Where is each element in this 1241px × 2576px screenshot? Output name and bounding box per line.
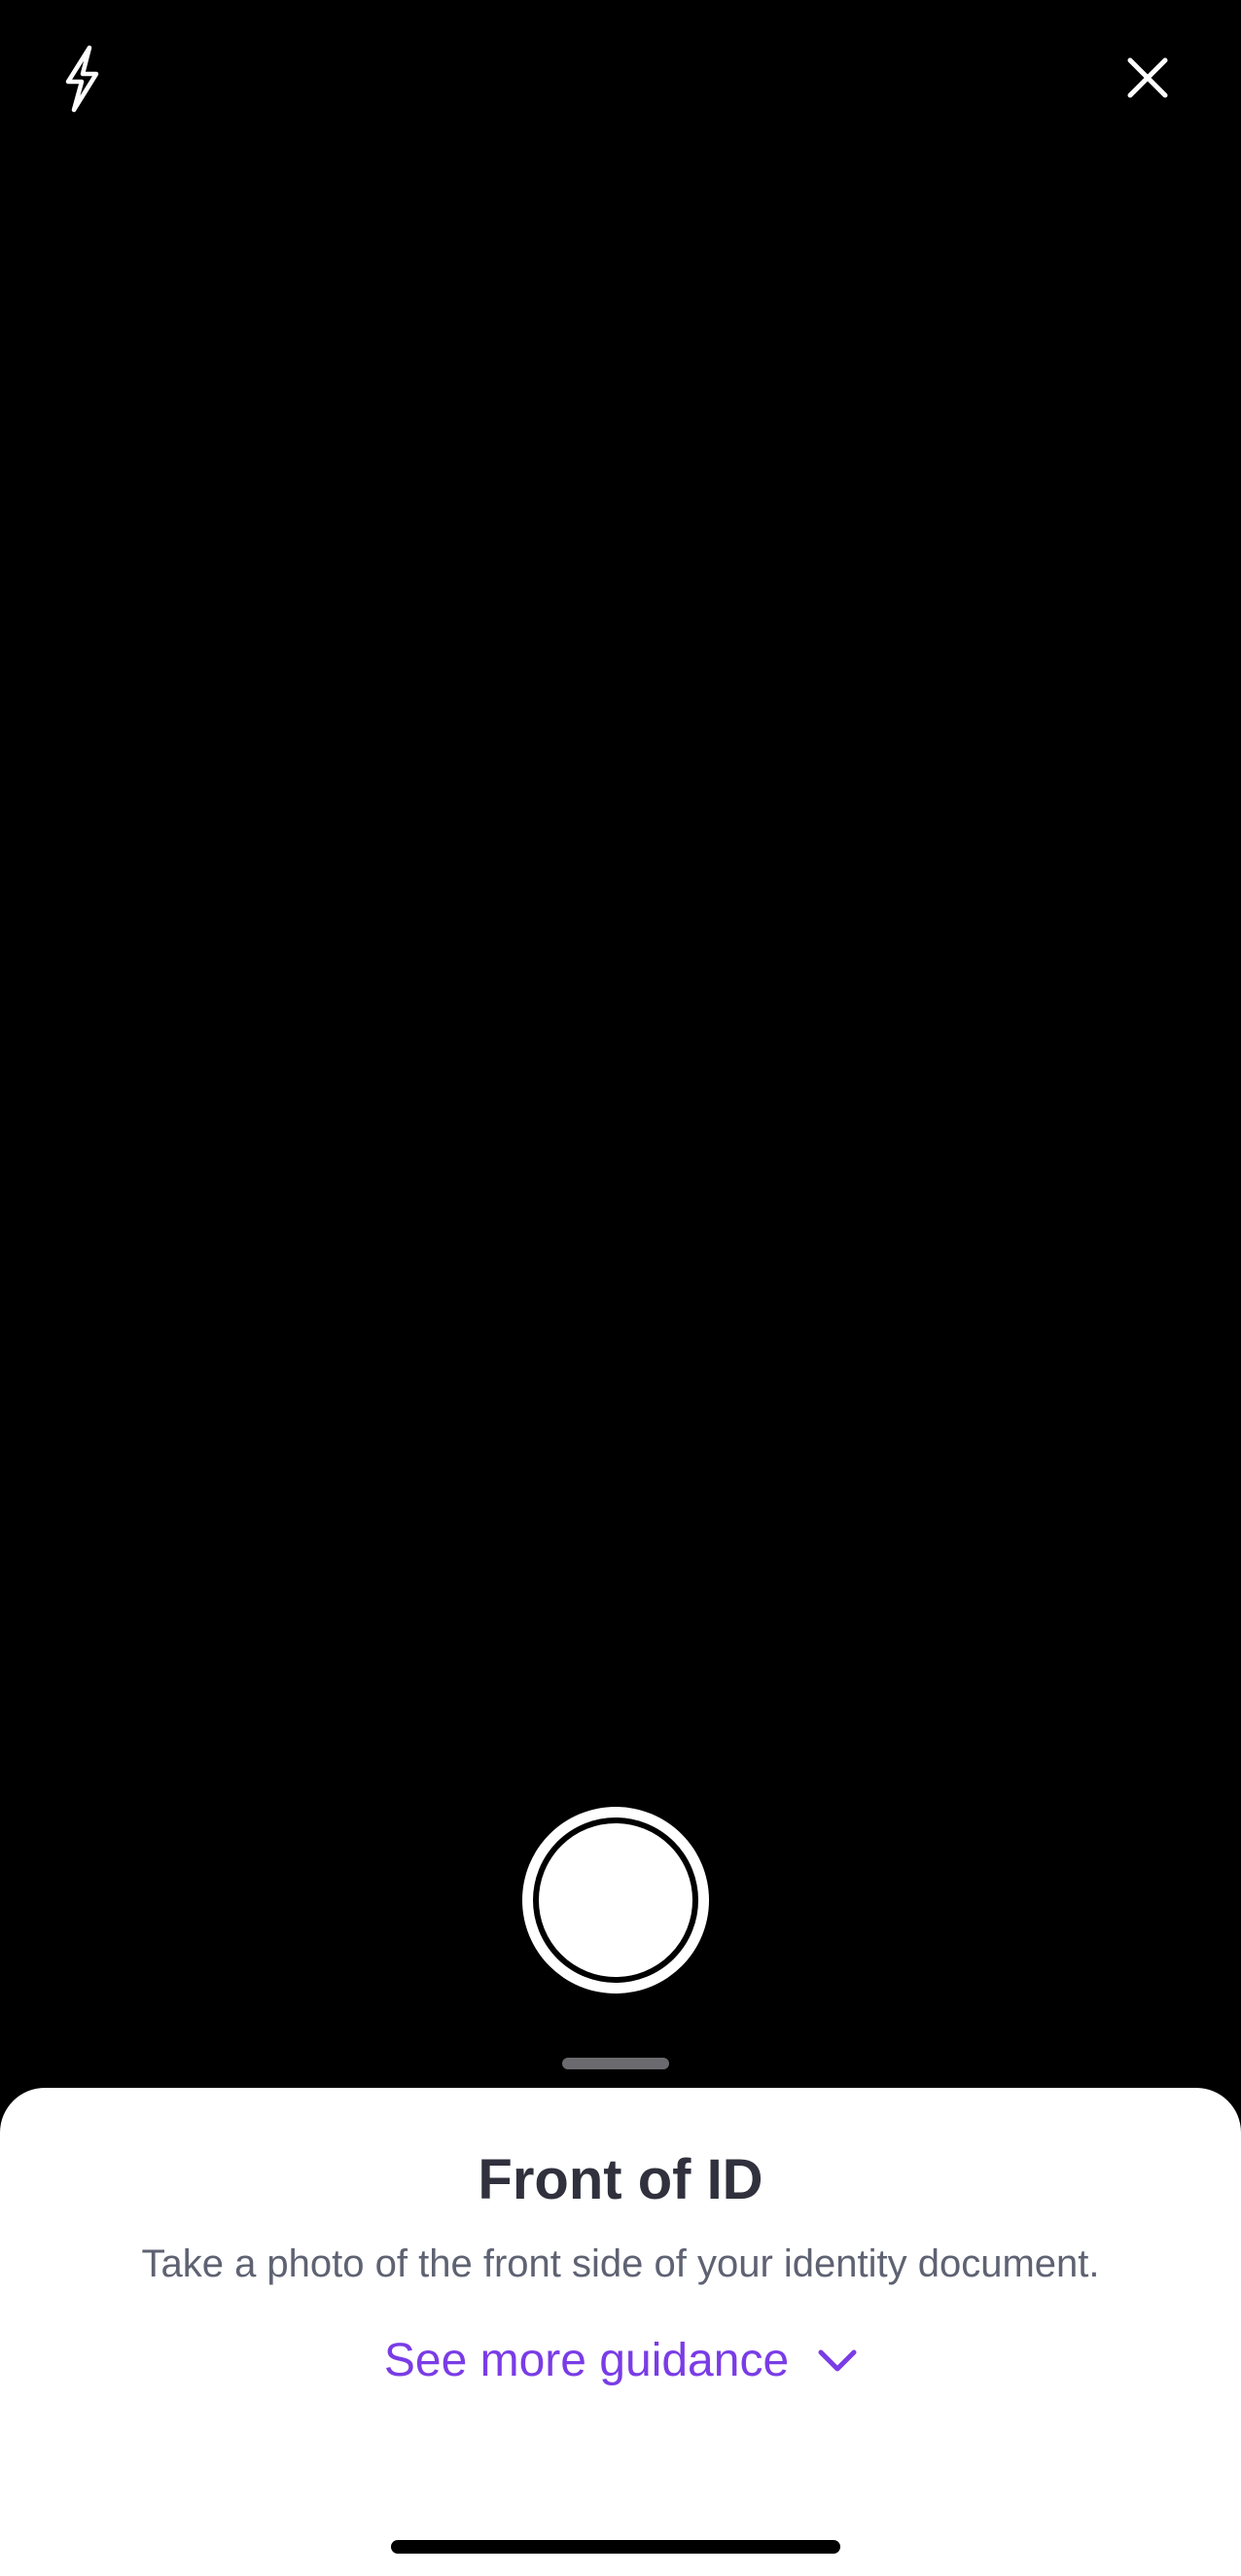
camera-viewfinder [0, 0, 1241, 2091]
home-indicator[interactable] [391, 2540, 840, 2554]
close-button[interactable] [1109, 39, 1187, 117]
close-icon [1127, 57, 1168, 98]
sheet-title: Front of ID [478, 2148, 763, 2211]
guidance-link-label: See more guidance [383, 2335, 790, 2386]
lightning-bolt-icon [65, 45, 99, 113]
chevron-down-icon [818, 2349, 857, 2372]
shutter-inner-ring [533, 1817, 698, 1983]
sheet-subtitle: Take a photo of the front side of your i… [141, 2242, 1100, 2285]
sheet-grabber-handle[interactable] [562, 2058, 669, 2069]
camera-capture-screen: Front of ID Take a photo of the front si… [0, 0, 1241, 2576]
instructions-bottom-sheet: Front of ID Take a photo of the front si… [0, 2088, 1241, 2576]
shutter-button[interactable] [522, 1807, 709, 1994]
flash-toggle-button[interactable] [43, 35, 121, 123]
see-more-guidance-link[interactable]: See more guidance [370, 2327, 871, 2395]
